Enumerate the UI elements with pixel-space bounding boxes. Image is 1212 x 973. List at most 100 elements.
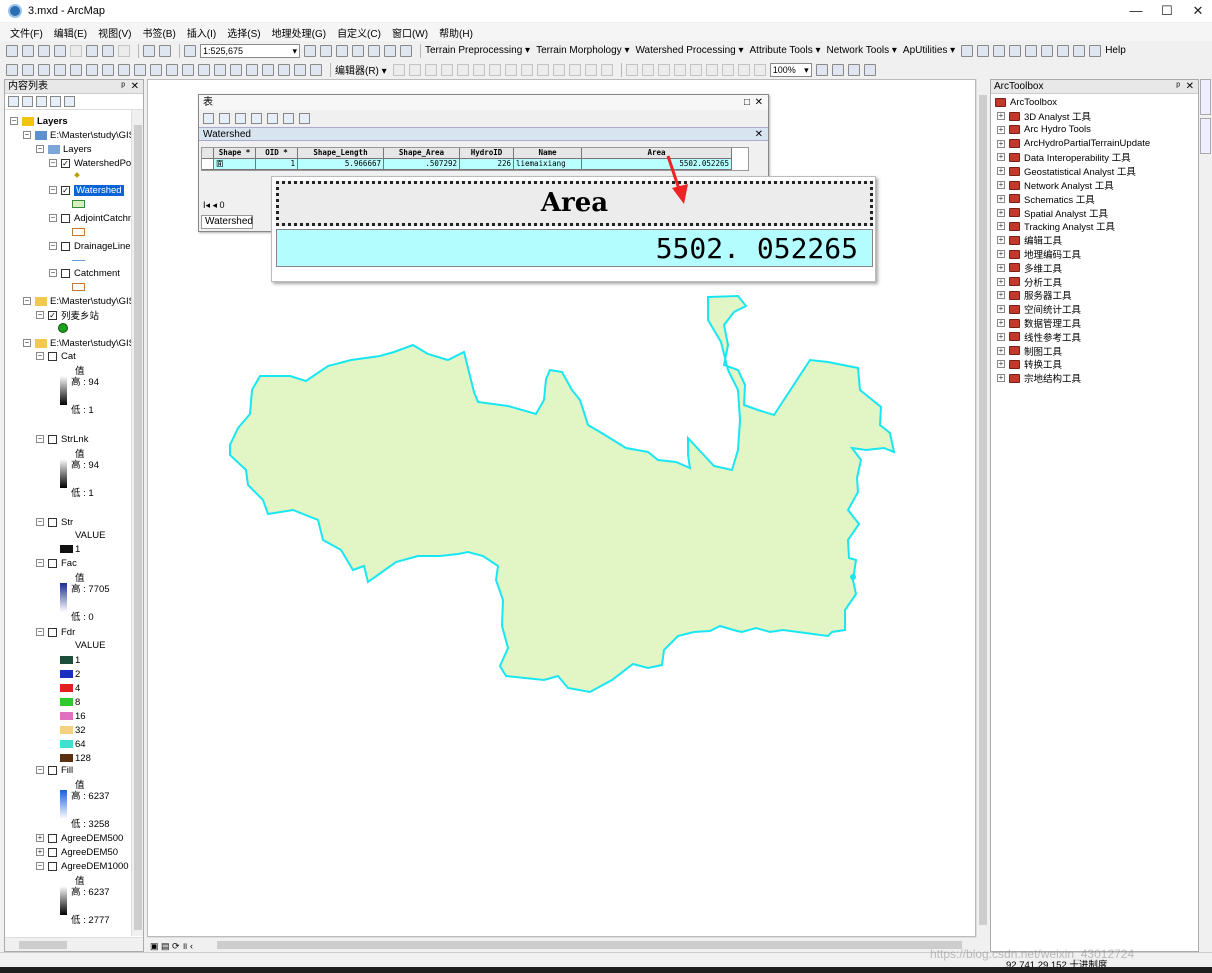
clear-selection-icon[interactable] <box>150 63 162 76</box>
record-navigator[interactable]: I◂ ◂ 0 <box>203 200 225 211</box>
html-popup-icon[interactable] <box>214 63 226 76</box>
cell-oid[interactable]: 1 <box>256 159 298 170</box>
visibility-checkbox[interactable] <box>48 861 57 871</box>
back-extent-icon[interactable] <box>102 63 114 76</box>
toc-layer-agree50[interactable]: + AgreeDEM50 <box>36 846 118 858</box>
menu-network-tools[interactable]: Network Tools ▾ <box>827 45 897 56</box>
collapse-icon[interactable]: − <box>36 559 44 567</box>
map-vertical-scrollbar[interactable] <box>976 79 988 937</box>
collapse-icon[interactable]: − <box>49 214 57 222</box>
expand-icon[interactable]: + <box>997 236 1005 245</box>
collapse-icon[interactable]: − <box>36 518 44 526</box>
goto-xy-icon[interactable] <box>278 63 290 76</box>
edit-vertices-icon[interactable] <box>488 63 501 76</box>
paste-icon[interactable] <box>102 44 114 57</box>
toolbox-item[interactable]: + 宗地结构工具 <box>997 372 1081 385</box>
delete-icon[interactable] <box>118 44 130 57</box>
visibility-checkbox[interactable] <box>61 213 70 223</box>
expand-icon[interactable]: + <box>997 250 1005 258</box>
toc-layer-fac[interactable]: − Fac <box>36 557 77 569</box>
collapse-icon[interactable]: − <box>49 159 57 167</box>
collapse-icon[interactable]: − <box>36 145 44 153</box>
visibility-checkbox[interactable]: ✓ <box>61 185 70 195</box>
pencil-icon[interactable] <box>1089 44 1102 57</box>
zoom-100-icon[interactable] <box>689 63 702 76</box>
watershed-polygon[interactable] <box>229 294 896 694</box>
expand-icon[interactable]: + <box>997 332 1005 341</box>
toolbox-item[interactable]: + Geostatistical Analyst 工具 <box>997 165 1136 178</box>
toc-group1-row[interactable]: − E:\Master\study\GIS <box>23 129 135 141</box>
cell-area[interactable]: 5502.052265 <box>582 159 732 170</box>
arctoolbox-close-button[interactable]: ✕ <box>1186 80 1194 94</box>
find-icon[interactable] <box>246 63 258 76</box>
minimize-button[interactable]: — <box>1120 0 1152 22</box>
time-slider-icon[interactable] <box>294 63 306 76</box>
reshape-icon[interactable] <box>504 63 517 76</box>
close-button[interactable]: ✕ <box>1182 0 1212 22</box>
select-elements-icon[interactable] <box>166 63 178 76</box>
rotate-icon[interactable] <box>552 63 565 76</box>
toolbox-item[interactable]: + 数据管理工具 <box>997 317 1081 330</box>
toc-layer-fill[interactable]: − Fill <box>36 764 73 776</box>
help-button[interactable]: Help <box>1105 45 1126 56</box>
toolbox-item[interactable]: + Spatial Analyst 工具 <box>997 207 1108 220</box>
pin-icon[interactable]: ᵖ <box>121 80 125 94</box>
catalog-tab[interactable] <box>1200 79 1211 115</box>
expand-icon[interactable]: + <box>997 181 1005 189</box>
layout-pan-icon[interactable] <box>657 63 670 76</box>
collapse-icon[interactable]: − <box>23 131 31 139</box>
toolbox-item[interactable]: + 制图工具 <box>997 345 1062 358</box>
cell-shape-area[interactable]: .507292 <box>384 159 460 170</box>
toc-group3-row[interactable]: − E:\Master\study\GIS <box>23 337 135 349</box>
collapse-icon[interactable]: − <box>36 628 44 636</box>
copy-icon[interactable] <box>86 44 98 57</box>
save-icon[interactable] <box>38 44 50 57</box>
menu-file[interactable]: 文件(F) <box>10 25 43 40</box>
menu-windows[interactable]: 窗口(W) <box>392 25 428 40</box>
toc-layer-watershed[interactable]: − ✓ Watershed <box>49 184 124 196</box>
column-header-name[interactable]: Name <box>514 148 582 159</box>
python-icon[interactable] <box>384 44 396 57</box>
toolbox-item[interactable]: + Data Interoperability 工具 <box>997 151 1131 164</box>
column-header-hydroid[interactable]: HydroID <box>460 148 514 159</box>
edit-annotation-icon[interactable] <box>408 63 421 76</box>
viewer-window-icon[interactable] <box>310 63 322 76</box>
toolbox-item[interactable]: + 服务器工具 <box>997 289 1072 302</box>
list-by-selection-icon[interactable] <box>50 96 61 107</box>
table-maximize-icon[interactable]: □ <box>744 95 750 110</box>
layout-zoom-combo[interactable]: 100% <box>769 62 812 77</box>
toc-horizontal-scrollbar[interactable] <box>5 937 143 951</box>
expand-icon[interactable]: + <box>997 208 1005 217</box>
switch-selection-icon[interactable] <box>251 113 262 124</box>
expand-icon[interactable]: + <box>997 360 1005 369</box>
column-header-shape[interactable]: Shape * <box>214 148 256 159</box>
trace-icon[interactable] <box>1025 44 1038 57</box>
toc-group1sub-row[interactable]: − Layers <box>36 143 92 155</box>
scrollbar-thumb[interactable] <box>19 941 67 949</box>
zoom-out-icon[interactable] <box>22 63 34 76</box>
collapse-icon[interactable]: − <box>36 862 44 870</box>
toolbox-item[interactable]: + 线性参考工具 <box>997 331 1081 344</box>
toc-layer-watershedpo[interactable]: − ✓ WatershedPo <box>49 157 131 169</box>
visibility-checkbox[interactable] <box>61 241 70 251</box>
cut-icon[interactable] <box>70 44 82 57</box>
toc-layer-adjoint[interactable]: − AdjointCatchn <box>49 212 133 224</box>
column-header-area[interactable]: Area <box>582 148 732 159</box>
menu-aputilities[interactable]: ApUtilities ▾ <box>903 45 955 56</box>
table-tab-watershed[interactable]: Watershed <box>201 215 253 229</box>
toc-layer-station[interactable]: − ✓ 列麦乡站 <box>36 309 99 322</box>
open-icon[interactable] <box>22 44 34 57</box>
scrollbar-thumb[interactable] <box>217 941 962 949</box>
menu-attribute-tools[interactable]: Attribute Tools ▾ <box>750 45 821 56</box>
fixed-zoom-out-layout-icon[interactable] <box>721 63 734 76</box>
column-header-shape-length[interactable]: Shape_Length <box>298 148 384 159</box>
expand-icon[interactable]: + <box>36 834 44 842</box>
collapse-icon[interactable]: − <box>23 297 31 305</box>
list-by-drawing-order-icon[interactable] <box>8 96 19 107</box>
expand-icon[interactable]: + <box>997 374 1005 383</box>
row-selector-header[interactable] <box>202 148 214 159</box>
menu-bookmarks[interactable]: 书签(B) <box>142 25 175 40</box>
visibility-checkbox[interactable]: ✓ <box>48 310 57 320</box>
new-icon[interactable] <box>6 44 18 57</box>
hyperlink-icon[interactable] <box>198 63 210 76</box>
